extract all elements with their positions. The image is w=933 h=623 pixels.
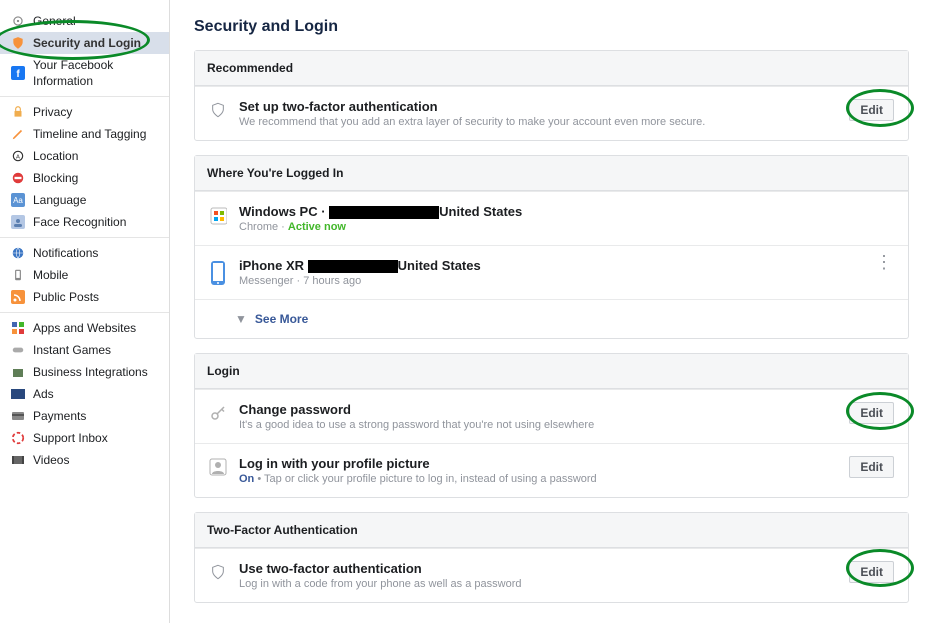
- avatar-icon: [209, 456, 227, 476]
- sidebar-item-label: Support Inbox: [33, 430, 108, 446]
- sidebar-item-general[interactable]: General: [0, 10, 169, 32]
- sidebar-item-location[interactable]: A Location: [0, 145, 169, 167]
- sidebar-item-label: Public Posts: [33, 289, 99, 305]
- see-more-link[interactable]: ▼ See More: [195, 299, 908, 338]
- shield-icon: [10, 35, 26, 51]
- block-icon: [10, 170, 26, 186]
- main-content: Security and Login Recommended Set up tw…: [170, 0, 933, 623]
- row-subtitle: Log in with a code from your phone as we…: [239, 578, 837, 590]
- sidebar-item-label: Payments: [33, 408, 86, 424]
- language-icon: Aa: [10, 192, 26, 208]
- pc-icon: [209, 204, 227, 226]
- sidebar-item-privacy[interactable]: Privacy: [0, 101, 169, 123]
- gear-icon: [10, 13, 26, 29]
- sidebar-item-label: Apps and Websites: [33, 320, 136, 336]
- sidebar-item-face-recognition[interactable]: Face Recognition: [0, 211, 169, 233]
- iphone-icon: [209, 258, 227, 286]
- shield-icon: [209, 561, 227, 581]
- support-icon: [10, 430, 26, 446]
- session-title: Windows PC · United States: [239, 204, 894, 219]
- sidebar-item-language[interactable]: Aa Language: [0, 189, 169, 211]
- row-title: Log in with your profile picture: [239, 456, 837, 471]
- row-title: Set up two-factor authentication: [239, 99, 837, 114]
- sidebar-item-label: Privacy: [33, 104, 72, 120]
- sidebar-item-blocking[interactable]: Blocking: [0, 167, 169, 189]
- rss-icon: [10, 289, 26, 305]
- section-recommended: Recommended Set up two-factor authentica…: [194, 50, 909, 141]
- sidebar-item-label: Blocking: [33, 170, 78, 186]
- section-header: Two-Factor Authentication: [195, 513, 908, 548]
- sidebar-item-label: Mobile: [33, 267, 68, 283]
- settings-sidebar: General Security and Login f Your Facebo…: [0, 0, 170, 623]
- sidebar-item-label: Notifications: [33, 245, 98, 261]
- sidebar-item-timeline-and-tagging[interactable]: Timeline and Tagging: [0, 123, 169, 145]
- shield-icon: [209, 99, 227, 119]
- sidebar-item-support-inbox[interactable]: Support Inbox: [0, 427, 169, 449]
- row-subtitle: We recommend that you add an extra layer…: [239, 116, 837, 128]
- sidebar-item-business-integrations[interactable]: Business Integrations: [0, 361, 169, 383]
- chevron-down-icon: ▼: [235, 312, 247, 326]
- sidebar-item-instant-games[interactable]: Instant Games: [0, 339, 169, 361]
- section-header: Where You're Logged In: [195, 156, 908, 191]
- sidebar-item-label: Timeline and Tagging: [33, 126, 146, 142]
- svg-text:A: A: [16, 154, 20, 160]
- sidebar-item-label: Videos: [33, 452, 69, 468]
- key-icon: [209, 402, 227, 422]
- row-title: Change password: [239, 402, 837, 417]
- games-icon: [10, 342, 26, 358]
- session-title: iPhone XR United States: [239, 258, 863, 273]
- videos-icon: [10, 452, 26, 468]
- sidebar-item-your-facebook-information[interactable]: f Your Facebook Information: [0, 54, 169, 92]
- fb-icon: f: [10, 65, 26, 81]
- business-icon: [10, 364, 26, 380]
- sidebar-item-videos[interactable]: Videos: [0, 449, 169, 471]
- sidebar-item-label: Face Recognition: [33, 214, 126, 230]
- sidebar-item-label: Ads: [33, 386, 54, 402]
- sidebar-item-security-and-login[interactable]: Security and Login: [0, 32, 169, 54]
- sidebar-item-label: Business Integrations: [33, 364, 148, 380]
- lock-icon: [10, 104, 26, 120]
- section-two-factor: Two-Factor Authentication Use two-factor…: [194, 512, 909, 603]
- edit-button[interactable]: Edit: [849, 402, 894, 424]
- sidebar-item-mobile[interactable]: Mobile: [0, 264, 169, 286]
- page-title: Security and Login: [194, 0, 909, 50]
- edit-button[interactable]: Edit: [849, 456, 894, 478]
- section-where-logged-in: Where You're Logged In Windows PC · Unit…: [194, 155, 909, 339]
- ads-icon: [10, 386, 26, 402]
- face-icon: [10, 214, 26, 230]
- sidebar-item-public-posts[interactable]: Public Posts: [0, 286, 169, 308]
- globe-icon: [10, 245, 26, 261]
- row-title: Use two-factor authentication: [239, 561, 837, 576]
- sidebar-item-label: Language: [33, 192, 86, 208]
- sidebar-item-label: General: [33, 13, 76, 29]
- section-header: Login: [195, 354, 908, 389]
- sidebar-item-label: Security and Login: [33, 35, 141, 51]
- apps-icon: [10, 320, 26, 336]
- redacted-location: [329, 206, 439, 219]
- section-header: Recommended: [195, 51, 908, 86]
- session-subtitle: Chrome · Active now: [239, 221, 894, 233]
- svg-text:Aa: Aa: [13, 196, 23, 205]
- row-subtitle: It's a good idea to use a strong passwor…: [239, 419, 837, 431]
- sidebar-item-payments[interactable]: Payments: [0, 405, 169, 427]
- pencil-icon: [10, 126, 26, 142]
- sidebar-item-ads[interactable]: Ads: [0, 383, 169, 405]
- edit-button[interactable]: Edit: [849, 561, 894, 583]
- mobile-icon: [10, 267, 26, 283]
- sidebar-item-label: Instant Games: [33, 342, 111, 358]
- sidebar-item-label: Your Facebook Information: [33, 57, 161, 89]
- payments-icon: [10, 408, 26, 424]
- session-subtitle: Messenger · 7 hours ago: [239, 275, 863, 287]
- edit-button[interactable]: Edit: [849, 99, 894, 121]
- row-subtitle: On • Tap or click your profile picture t…: [239, 473, 837, 485]
- sidebar-item-apps-and-websites[interactable]: Apps and Websites: [0, 317, 169, 339]
- section-login: Login Change password It's a good idea t…: [194, 353, 909, 498]
- session-menu-button[interactable]: ⋮: [875, 258, 894, 266]
- sidebar-item-label: Location: [33, 148, 78, 164]
- location-icon: A: [10, 148, 26, 164]
- sidebar-item-notifications[interactable]: Notifications: [0, 242, 169, 264]
- redacted-location: [308, 260, 398, 273]
